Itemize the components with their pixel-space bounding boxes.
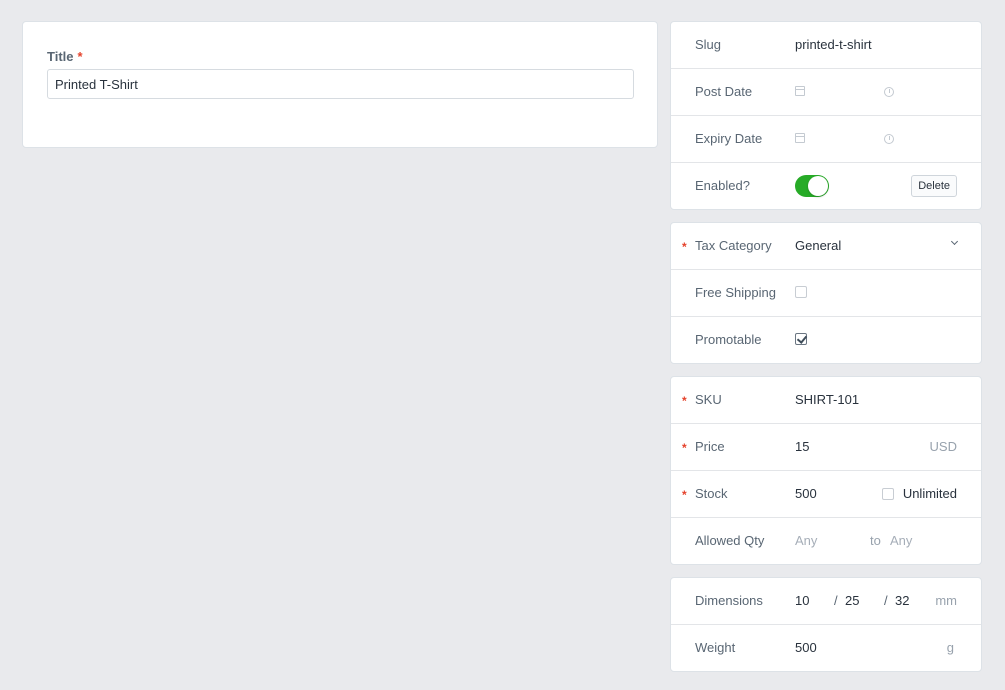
allowed-qty-min-input[interactable]: Any	[795, 533, 817, 548]
main-pane: Title *	[22, 21, 658, 148]
required-indicator: *	[682, 240, 687, 254]
stock-input[interactable]: 500	[795, 486, 817, 501]
promotable-label: Promotable	[695, 332, 762, 347]
dimensions-pane: Dimensions 10 / 25 / 32 mm Weight 500 g	[670, 577, 982, 672]
promotable-row: Promotable	[671, 317, 981, 364]
slug-label: Slug	[695, 37, 722, 52]
title-input[interactable]	[47, 69, 634, 99]
height-input[interactable]: 32	[895, 593, 909, 608]
tax-pane: * Tax Category General Free Shipping Pro…	[670, 222, 982, 364]
price-currency: USD	[929, 439, 957, 454]
allowed-qty-max-input[interactable]: Any	[890, 533, 912, 548]
enabled-row: Enabled? Delete	[671, 163, 981, 210]
dimensions-row: Dimensions 10 / 25 / 32 mm	[671, 578, 981, 625]
weight-label: Weight	[695, 640, 736, 655]
clock-icon[interactable]	[884, 134, 894, 144]
promotable-checkbox[interactable]	[795, 333, 807, 345]
post-date-row: Post Date	[671, 69, 981, 116]
free-shipping-label: Free Shipping	[695, 285, 776, 300]
length-input[interactable]: 10	[795, 593, 809, 608]
dimensions-label: Dimensions	[695, 593, 763, 608]
tax-category-label: Tax Category	[695, 238, 772, 253]
sku-input[interactable]: SHIRT-101	[795, 392, 859, 407]
expiry-date-label: Expiry Date	[695, 131, 763, 146]
title-label: Title *	[47, 49, 83, 64]
required-indicator: *	[682, 394, 687, 408]
meta-pane: Slug printed-t-shirt Post Date Expiry Da…	[670, 21, 982, 210]
toggle-knob	[808, 176, 828, 196]
enabled-label: Enabled?	[695, 178, 750, 193]
free-shipping-row: Free Shipping	[671, 270, 981, 317]
price-label: Price	[695, 439, 725, 454]
dimension-separator: /	[834, 593, 838, 608]
expiry-date-row: Expiry Date	[671, 116, 981, 163]
required-indicator: *	[77, 49, 83, 64]
slug-input[interactable]: printed-t-shirt	[795, 37, 872, 52]
stock-row: * Stock 500 Unlimited	[671, 471, 981, 518]
price-row: * Price 15 USD	[671, 424, 981, 471]
sku-row: * SKU SHIRT-101	[671, 377, 981, 424]
title-label-text: Title	[47, 49, 74, 64]
calendar-icon[interactable]	[795, 86, 805, 96]
post-date-label: Post Date	[695, 84, 753, 99]
width-input[interactable]: 25	[845, 593, 859, 608]
slug-row: Slug printed-t-shirt	[671, 22, 981, 69]
weight-row: Weight 500 g	[671, 625, 981, 672]
delete-button[interactable]: Delete	[911, 175, 957, 197]
free-shipping-checkbox[interactable]	[795, 286, 807, 298]
unlimited-label[interactable]: Unlimited	[903, 486, 957, 501]
inventory-pane: * SKU SHIRT-101 * Price 15 USD * Stock 5…	[670, 376, 982, 565]
sku-label: SKU	[695, 392, 722, 407]
enabled-toggle[interactable]	[795, 175, 829, 197]
required-indicator: *	[682, 441, 687, 455]
required-indicator: *	[682, 488, 687, 502]
allowed-qty-row: Allowed Qty Any to Any	[671, 518, 981, 565]
unlimited-checkbox[interactable]	[882, 488, 894, 500]
price-input[interactable]: 15	[795, 439, 809, 454]
dimension-separator: /	[884, 593, 888, 608]
tax-category-row[interactable]: * Tax Category General	[671, 223, 981, 270]
dimension-unit: mm	[935, 593, 957, 608]
tax-category-select[interactable]: General	[795, 238, 841, 253]
calendar-icon[interactable]	[795, 133, 805, 143]
chevron-down-icon[interactable]	[950, 237, 959, 246]
allowed-qty-to-label: to	[870, 533, 881, 548]
weight-unit: g	[946, 640, 954, 655]
weight-input[interactable]: 500	[795, 640, 817, 655]
clock-icon[interactable]	[884, 87, 894, 97]
allowed-qty-label: Allowed Qty	[695, 533, 765, 548]
stock-label: Stock	[695, 486, 728, 501]
